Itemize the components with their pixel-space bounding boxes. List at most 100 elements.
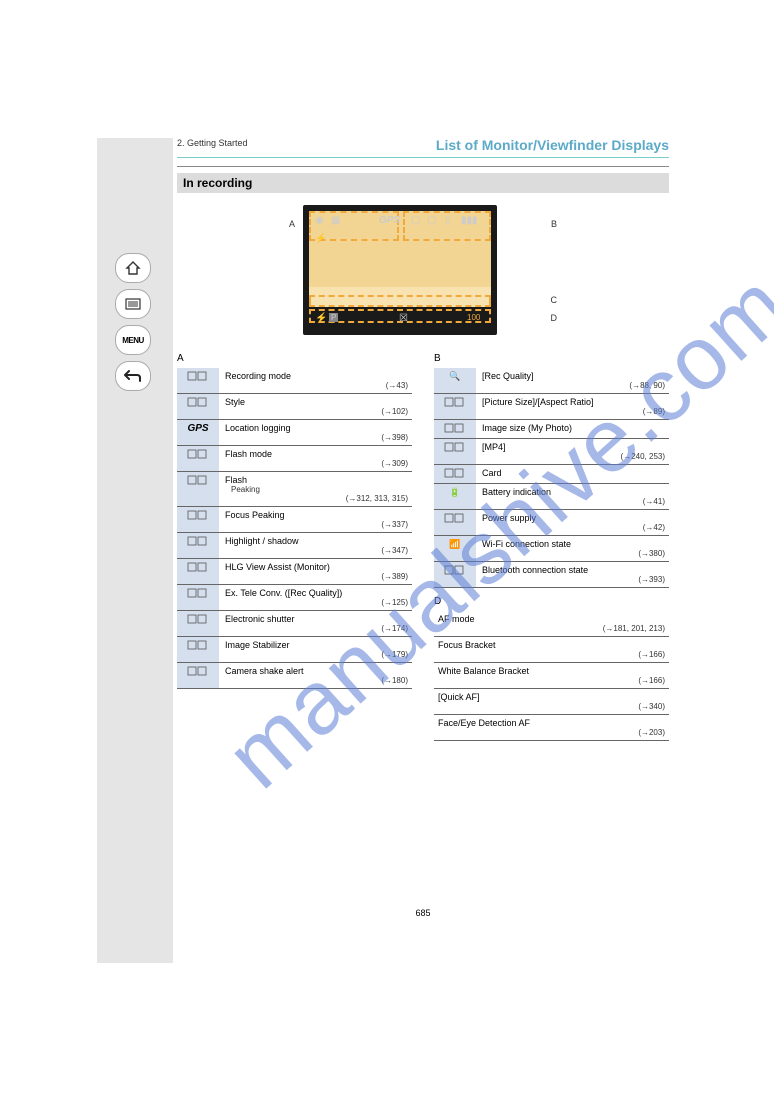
table-b: 🔍[Rec Quality](→88, 90)[Picture Size]/[A… — [434, 368, 669, 588]
row-icon-cell — [434, 465, 476, 484]
chapter-number: 2. Getting Started — [177, 138, 248, 148]
row-desc-cell: [Picture Size]/[Aspect Ratio](→89) — [476, 394, 669, 420]
row-icon-cell — [177, 663, 219, 689]
row-icon-cell — [434, 562, 476, 588]
row-icon-cell — [177, 637, 219, 663]
table-row: GPSLocation logging(→398) — [177, 420, 412, 446]
table-row: Bluetooth connection state(→393) — [434, 562, 669, 588]
table-row: White Balance Bracket(→166) — [434, 663, 669, 689]
row-icon-cell — [177, 559, 219, 585]
table-row: Power supply(→42) — [434, 510, 669, 536]
row-icon-cell: 🔋 — [434, 484, 476, 510]
callout-d: D — [551, 313, 558, 323]
row-desc-cell: Camera shake alert(→180) — [219, 663, 412, 689]
row-desc-cell: Ex. Tele Conv. ([Rec Quality])(→125) — [219, 585, 412, 611]
column-b-title: B — [434, 353, 669, 364]
list-icon — [125, 298, 141, 310]
table-row: Ex. Tele Conv. ([Rec Quality])(→125) — [177, 585, 412, 611]
row-icon-cell — [177, 368, 219, 394]
table-row: [Quick AF](→340) — [434, 689, 669, 715]
table-d: AF mode(→181, 201, 213)Focus Bracket(→16… — [434, 611, 669, 741]
table-row: 🔋Battery indication(→41) — [434, 484, 669, 510]
screen-flash-icon: ⚡ — [315, 233, 326, 244]
screen-bolt-icon: ⚡ — [315, 313, 327, 324]
row-desc-cell: AF mode(→181, 201, 213) — [434, 611, 669, 637]
menu-button[interactable]: MENU — [115, 325, 151, 355]
screen-gps-icon: GPS — [379, 215, 400, 226]
row-desc-cell: [MP4](→240, 253) — [476, 439, 669, 465]
table-a: Recording mode(→43)Style(→102)GPSLocatio… — [177, 368, 412, 689]
screen-battery-icon: ▮▮▮ — [461, 215, 478, 226]
page-title: List of Monitor/Viewfinder Displays — [177, 137, 669, 153]
callout-b: B — [551, 219, 557, 229]
screen-quality-icon: ▢ — [411, 215, 420, 226]
row-icon-cell — [177, 446, 219, 472]
nav-icon-column: MENU — [109, 253, 157, 391]
row-desc-cell: Recording mode(→43) — [219, 368, 412, 394]
row-desc-cell: Card — [476, 465, 669, 484]
row-icon-cell — [177, 611, 219, 637]
home-icon — [125, 260, 141, 276]
row-desc-cell: Face/Eye Detection AF(→203) — [434, 715, 669, 741]
row-icon-cell — [177, 472, 219, 507]
row-desc-cell: Location logging(→398) — [219, 420, 412, 446]
chapter-header: 2. Getting Started List of Monitor/Viewf… — [177, 138, 669, 167]
screen-p-icon: P — [329, 313, 338, 322]
row-desc-cell: Style(→102) — [219, 394, 412, 420]
row-desc-cell: [Rec Quality](→88, 90) — [476, 368, 669, 394]
row-desc-cell: Battery indication(→41) — [476, 484, 669, 510]
table-row: 📶Wi-Fi connection state(→380) — [434, 536, 669, 562]
back-button[interactable] — [115, 361, 151, 391]
row-icon-cell — [177, 394, 219, 420]
back-arrow-icon — [124, 369, 142, 383]
screen-count: 100 — [467, 313, 480, 322]
row-desc-cell: Focus Bracket(→166) — [434, 637, 669, 663]
row-desc-cell: Image size (My Photo) — [476, 420, 669, 439]
table-row: Image Stabilizer(→179) — [177, 637, 412, 663]
row-icon-cell — [434, 394, 476, 420]
row-desc-cell: Bluetooth connection state(→393) — [476, 562, 669, 588]
table-row: Focus Peaking(→337) — [177, 507, 412, 533]
row-icon-cell — [434, 510, 476, 536]
page-number: 685 — [177, 908, 669, 918]
row-desc-cell: FlashPeaking(→312, 313, 315) — [219, 472, 412, 507]
table-row: 🔍[Rec Quality](→88, 90) — [434, 368, 669, 394]
row-desc-cell: Power supply(→42) — [476, 510, 669, 536]
camera-screen-diagram: ◉ ▦ GPS ▢ ▢ ▯ ▮▮▮ ⚡ ⚡ P ☒ 100 A B C D — [177, 205, 669, 335]
callout-c: C — [551, 295, 558, 305]
callout-a: A — [289, 219, 295, 229]
table-row: [MP4](→240, 253) — [434, 439, 669, 465]
home-button[interactable] — [115, 253, 151, 283]
contents-button[interactable] — [115, 289, 151, 319]
row-icon-cell — [434, 420, 476, 439]
row-desc-cell: Flash mode(→309) — [219, 446, 412, 472]
row-desc-cell: Highlight / shadow(→347) — [219, 533, 412, 559]
screen-size-icon: ▢ — [427, 215, 436, 226]
table-row: Recording mode(→43) — [177, 368, 412, 394]
screen-card-icon: ▯ — [445, 215, 451, 226]
section-heading: In recording — [177, 173, 669, 193]
table-row: AF mode(→181, 201, 213) — [434, 611, 669, 637]
row-icon-cell — [177, 533, 219, 559]
table-row: Image size (My Photo) — [434, 420, 669, 439]
screen-exp-icon: ☒ — [399, 313, 408, 324]
row-icon-cell — [177, 585, 219, 611]
table-row: Highlight / shadow(→347) — [177, 533, 412, 559]
row-icon-cell: GPS — [177, 420, 219, 446]
row-icon-cell: 📶 — [434, 536, 476, 562]
table-row: Camera shake alert(→180) — [177, 663, 412, 689]
row-desc-cell: Image Stabilizer(→179) — [219, 637, 412, 663]
table-row: Flash mode(→309) — [177, 446, 412, 472]
row-desc-cell: White Balance Bracket(→166) — [434, 663, 669, 689]
table-row: HLG View Assist (Monitor)(→389) — [177, 559, 412, 585]
row-desc-cell: Wi-Fi connection state(→380) — [476, 536, 669, 562]
row-desc-cell: [Quick AF](→340) — [434, 689, 669, 715]
screen-mode-icon: ◉ — [315, 215, 324, 226]
row-icon-cell: 🔍 — [434, 368, 476, 394]
row-desc-cell: Electronic shutter(→174) — [219, 611, 412, 637]
column-a-title: A — [177, 353, 412, 364]
column-d-title: D — [434, 596, 669, 607]
row-desc-cell: HLG View Assist (Monitor)(→389) — [219, 559, 412, 585]
table-row: Card — [434, 465, 669, 484]
table-row: Style(→102) — [177, 394, 412, 420]
